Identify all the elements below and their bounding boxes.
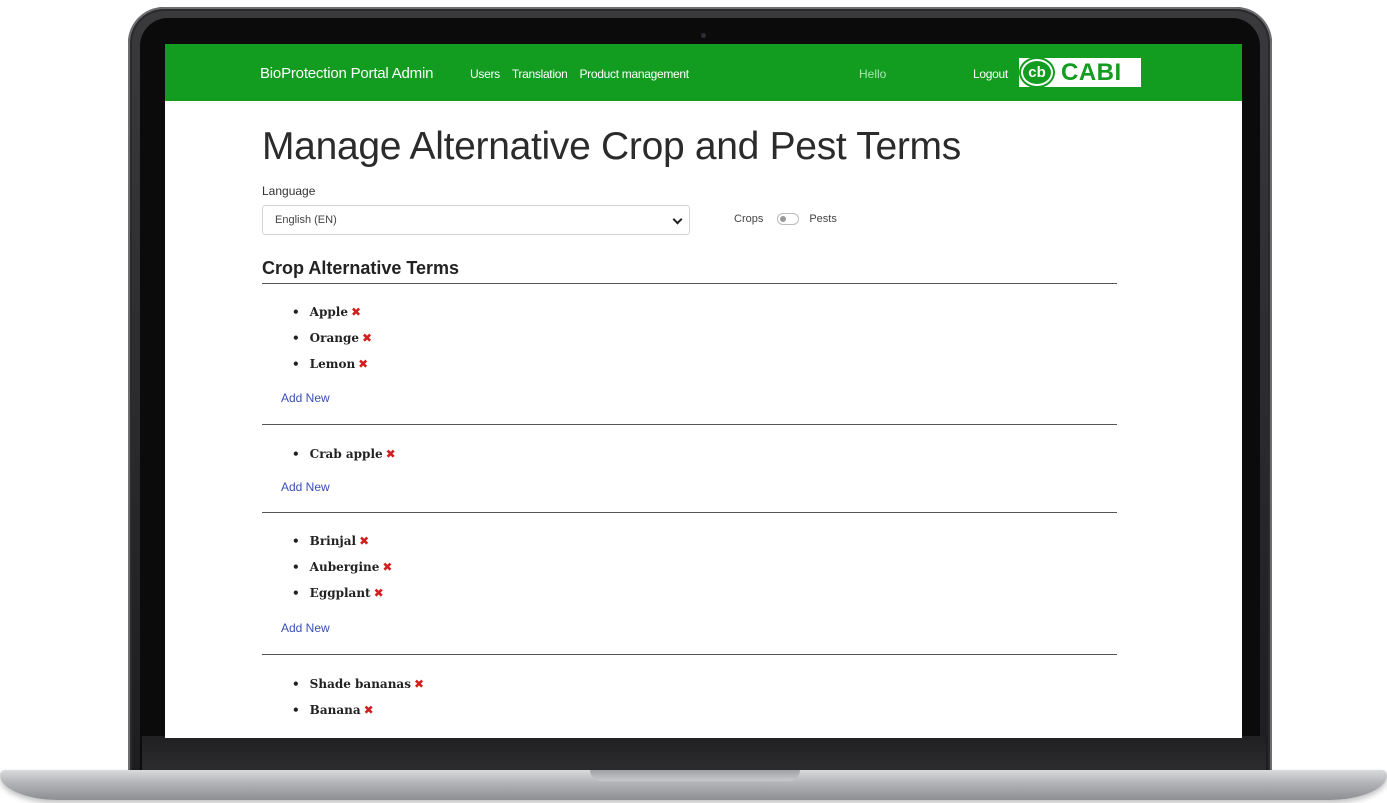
nav-link-users[interactable]: Users xyxy=(470,67,500,81)
term-group-2: • Crab apple ✖ xyxy=(292,441,396,467)
add-new-link[interactable]: Add New xyxy=(281,621,330,635)
close-icon[interactable]: ✖ xyxy=(374,586,384,600)
toggle-knob xyxy=(780,216,787,222)
add-new-link[interactable]: Add New xyxy=(281,391,330,405)
close-icon[interactable]: ✖ xyxy=(386,447,396,461)
chevron-down-icon xyxy=(672,214,683,225)
cabi-logo: cb CABI xyxy=(1019,58,1141,87)
logout-link[interactable]: Logout xyxy=(973,67,1008,81)
laptop-notch xyxy=(590,770,800,781)
close-icon[interactable]: ✖ xyxy=(414,677,424,691)
crops-pests-toggle-group: Crops Pests xyxy=(734,213,837,225)
list-item: • Banana ✖ xyxy=(292,703,374,717)
app-screen: BioProtection Portal Admin Users Transla… xyxy=(165,44,1242,738)
nav-links: Users Translation Product management xyxy=(470,67,689,81)
close-icon[interactable]: ✖ xyxy=(351,305,361,319)
term-group-3: • Brinjal ✖ • Aubergine ✖ • Eggplant ✖ xyxy=(292,528,392,606)
cabi-logo-mark: cb xyxy=(1021,59,1053,86)
group-divider xyxy=(262,512,1117,513)
greeting-text: Hello xyxy=(859,67,887,81)
list-item: • Shade bananas ✖ xyxy=(292,677,425,691)
close-icon[interactable]: ✖ xyxy=(359,534,369,548)
close-icon[interactable]: ✖ xyxy=(358,357,368,371)
page-title: Manage Alternative Crop and Pest Terms xyxy=(262,125,961,168)
group-divider xyxy=(262,654,1117,655)
close-icon[interactable]: ✖ xyxy=(382,560,392,574)
toggle-label-crops: Crops xyxy=(734,213,764,225)
list-item: • Eggplant ✖ xyxy=(292,586,384,600)
group-divider xyxy=(262,424,1117,425)
term-group-4: • Shade bananas ✖ • Banana ✖ xyxy=(292,671,424,723)
nav-link-product-management[interactable]: Product management xyxy=(579,67,689,81)
language-label: Language xyxy=(262,184,316,198)
list-item: • Orange ✖ xyxy=(292,331,373,345)
list-item: • Brinjal ✖ xyxy=(292,534,370,548)
camera-icon xyxy=(701,33,706,38)
toggle-label-pests: Pests xyxy=(809,213,837,225)
language-select-value: English (EN) xyxy=(275,214,337,226)
nav-link-translation[interactable]: Translation xyxy=(512,67,568,81)
section-title: Crop Alternative Terms xyxy=(262,258,460,278)
brand-link[interactable]: BioProtection Portal Admin xyxy=(260,65,433,82)
crops-pests-toggle[interactable] xyxy=(777,213,800,225)
language-select[interactable]: English (EN) xyxy=(262,205,690,235)
list-item: • Lemon ✖ xyxy=(292,357,369,371)
navbar: BioProtection Portal Admin Users Transla… xyxy=(165,44,1242,101)
list-item: • Aubergine ✖ xyxy=(292,560,393,574)
close-icon[interactable]: ✖ xyxy=(364,703,374,717)
cabi-logo-text: CABI xyxy=(1061,58,1122,86)
list-item: • Crab apple ✖ xyxy=(292,447,396,461)
add-new-link[interactable]: Add New xyxy=(281,480,330,494)
term-group-1: • Apple ✖ • Orange ✖ • Lemon ✖ xyxy=(292,299,372,377)
close-icon[interactable]: ✖ xyxy=(362,331,372,345)
list-item: • Apple ✖ xyxy=(292,305,362,319)
laptop-chin xyxy=(142,736,1266,772)
group-divider xyxy=(262,283,1117,284)
